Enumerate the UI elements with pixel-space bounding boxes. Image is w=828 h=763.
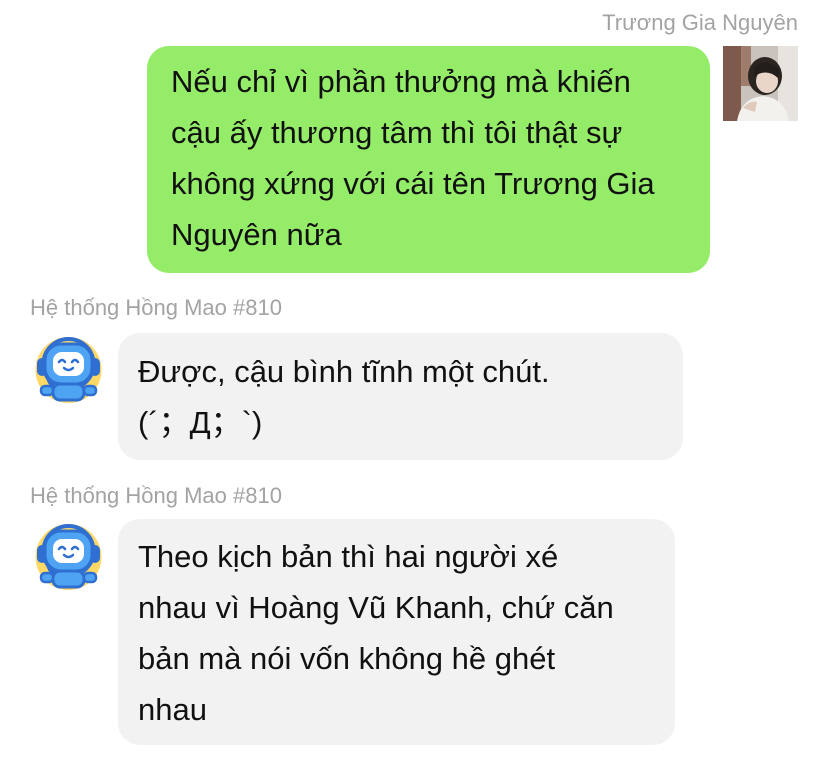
incoming-message-bubble[interactable]: Theo kịch bản thì hai người xé nhau vì H… [118, 519, 675, 745]
message-line: Được, cậu bình tĩnh một chút. [138, 354, 550, 389]
message-line: không xứng với cái tên Trương Gia [171, 166, 655, 201]
incoming-message-bubble[interactable]: Được, cậu bình tĩnh một chút. (´；Д；`) [118, 333, 683, 460]
sender-name: Hệ thống Hồng Mao #810 [30, 295, 282, 320]
message-line: (´；Д；`) [138, 405, 263, 440]
bot-avatar[interactable] [31, 517, 106, 592]
message-line: nhau vì Hoàng Vũ Khanh, chứ căn [138, 590, 614, 625]
sender-name: Hệ thống Hồng Mao #810 [30, 483, 282, 508]
robot-headset-icon [35, 524, 102, 590]
message-line: bản mà nói vốn không hề ghét [138, 641, 556, 676]
robot-headset-icon [35, 337, 102, 403]
bot-avatar[interactable] [31, 330, 106, 405]
message-line: Nguyên nữa [171, 217, 342, 252]
message-line: Theo kịch bản thì hai người xé [138, 539, 559, 574]
message-line: cậu ấy thương tâm thì tôi thật sự [171, 115, 623, 150]
message-line: nhau [138, 692, 207, 727]
user-avatar[interactable] [723, 46, 798, 121]
user-photo-avatar-icon [723, 46, 798, 121]
message-line: Nếu chỉ vì phần thưởng mà khiến [171, 64, 631, 99]
outgoing-message-bubble[interactable]: Nếu chỉ vì phần thưởng mà khiến cậu ấy t… [147, 46, 710, 273]
sender-name: Trương Gia Nguyên [602, 10, 798, 35]
